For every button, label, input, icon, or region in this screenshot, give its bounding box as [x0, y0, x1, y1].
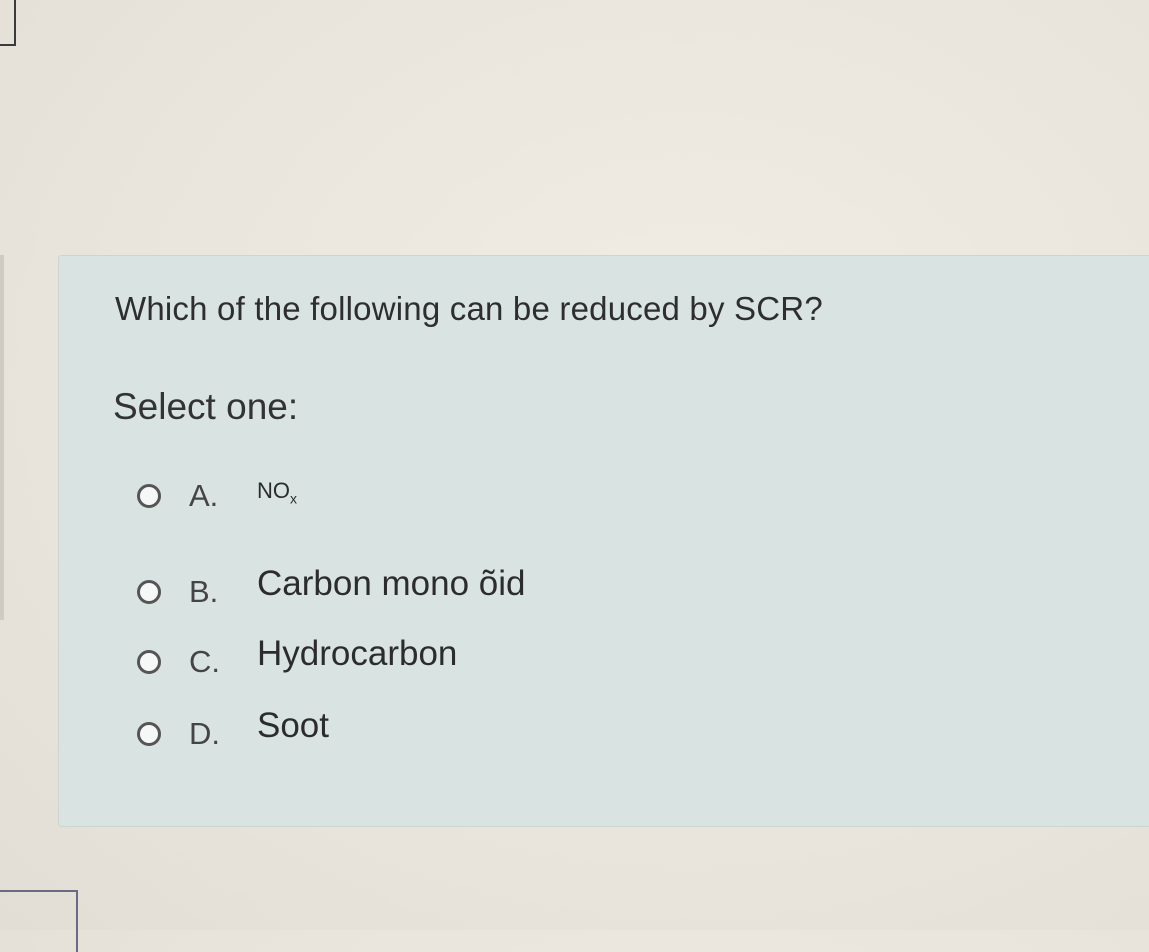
next-panel-corner — [0, 890, 78, 952]
option-d-letter: D. — [189, 716, 220, 751]
option-d-text: Soot — [257, 706, 329, 745]
option-c-letter: C. — [189, 644, 220, 679]
option-b-text: Carbon mono õid — [257, 564, 526, 603]
window-frame-corner — [0, 0, 16, 46]
select-one-prompt: Select one: — [113, 386, 299, 427]
option-a-text: NOx — [257, 478, 297, 506]
radio-button-d[interactable] — [137, 722, 161, 746]
radio-button-c[interactable] — [137, 650, 161, 674]
option-a-main: NO — [257, 478, 290, 503]
option-a-letter: A. — [189, 478, 219, 513]
question-text: Which of the following can be reduced by… — [115, 290, 823, 327]
option-b-letter: B. — [189, 574, 219, 609]
option-c-text: Hydrocarbon — [257, 634, 458, 673]
option-a-subscript: x — [290, 490, 297, 507]
radio-button-b[interactable] — [137, 580, 161, 604]
radio-button-a[interactable] — [137, 484, 161, 508]
question-card: Which of the following can be reduced by… — [58, 255, 1149, 827]
left-edge-shadow — [0, 255, 4, 620]
